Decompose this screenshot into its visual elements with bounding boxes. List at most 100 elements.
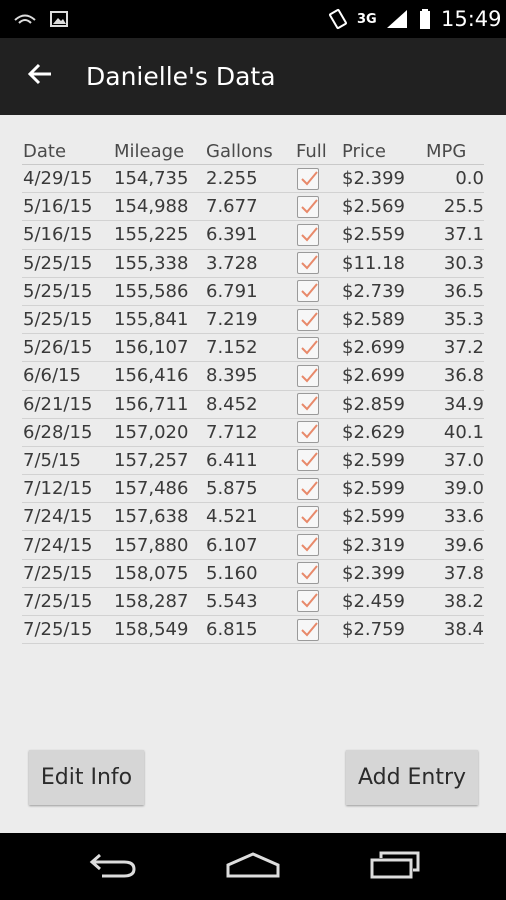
table-header: Date Mileage Gallons Full Price MPG — [22, 139, 484, 165]
full-tank-checkbox[interactable] — [297, 477, 319, 500]
mpg-cell: 37.8 — [443, 562, 484, 584]
gallons-cell: 8.452 — [206, 393, 258, 415]
date-cell: 7/5/15 — [23, 449, 81, 471]
full-tank-checkbox[interactable] — [297, 280, 319, 303]
back-button[interactable] — [22, 58, 58, 94]
date-cell: 7/25/15 — [23, 562, 93, 584]
full-cell — [296, 364, 342, 387]
table-row[interactable]: 5/16/15 155,225 6.391 $2.559 37.1 — [22, 221, 484, 250]
table-row[interactable]: 7/12/15 157,486 5.875 $2.599 39.0 — [22, 475, 484, 504]
date-cell: 7/24/15 — [23, 506, 93, 528]
table-row[interactable]: 5/25/15 155,338 3.728 $11.18 30.3 — [22, 250, 484, 278]
table-row[interactable]: 7/24/15 157,880 6.107 $2.319 39.6 — [22, 531, 484, 560]
full-cell — [296, 252, 342, 275]
mileage-cell: 155,586 — [114, 280, 189, 302]
full-cell — [296, 477, 342, 500]
mileage-cell: 155,841 — [114, 309, 189, 331]
table-row[interactable]: 6/6/15 156,416 8.395 $2.699 36.8 — [22, 362, 484, 391]
full-tank-checkbox[interactable] — [297, 223, 319, 246]
table-row[interactable]: 5/25/15 155,586 6.791 $2.739 36.5 — [22, 278, 484, 306]
full-tank-checkbox[interactable] — [297, 505, 319, 528]
table-row[interactable]: 7/25/15 158,075 5.160 $2.399 37.8 — [22, 560, 484, 588]
status-time: 15:49 — [441, 7, 502, 31]
edit-info-button[interactable]: Edit Info — [29, 750, 144, 805]
table-row[interactable]: 7/5/15 157,257 6.411 $2.599 37.0 — [22, 447, 484, 476]
wifi-icon — [14, 0, 36, 38]
mileage-cell: 155,225 — [114, 224, 189, 246]
table-row[interactable]: 5/25/15 155,841 7.219 $2.589 35.3 — [22, 306, 484, 335]
mpg-cell: 37.1 — [443, 224, 484, 246]
table-row[interactable]: 7/25/15 158,549 6.815 $2.759 38.4 — [22, 616, 484, 645]
price-cell: $2.399 — [342, 168, 405, 190]
header-price: Price — [342, 141, 386, 162]
table-row[interactable]: 7/24/15 157,638 4.521 $2.599 33.6 — [22, 503, 484, 532]
price-cell: $2.569 — [342, 196, 405, 218]
navigation-bar — [0, 833, 506, 900]
full-cell — [296, 393, 342, 416]
table-row[interactable]: 5/16/15 154,988 7.677 $2.569 25.5 — [22, 193, 484, 222]
mpg-cell: 39.0 — [443, 478, 484, 500]
gallons-cell: 6.791 — [206, 280, 258, 302]
full-tank-checkbox[interactable] — [297, 364, 319, 387]
gallons-cell: 7.219 — [206, 309, 258, 331]
table-row[interactable]: 6/28/15 157,020 7.712 $2.629 40.1 — [22, 419, 484, 447]
full-tank-checkbox[interactable] — [297, 421, 319, 444]
full-tank-checkbox[interactable] — [297, 534, 319, 557]
arrow-back-icon — [27, 62, 53, 90]
mileage-cell: 156,711 — [114, 393, 189, 415]
mpg-cell: 33.6 — [443, 506, 484, 528]
full-tank-checkbox[interactable] — [297, 618, 319, 641]
date-cell: 7/25/15 — [23, 619, 93, 641]
mileage-cell: 154,988 — [114, 196, 189, 218]
table-row[interactable]: 7/25/15 158,287 5.543 $2.459 38.2 — [22, 588, 484, 616]
mpg-cell: 38.2 — [443, 590, 484, 612]
mileage-cell: 154,735 — [114, 168, 189, 190]
nav-back-icon — [88, 851, 138, 883]
price-cell: $2.599 — [342, 449, 405, 471]
mileage-cell: 157,020 — [114, 421, 189, 443]
full-tank-checkbox[interactable] — [297, 195, 319, 218]
table-row[interactable]: 6/21/15 156,711 8.452 $2.859 34.9 — [22, 391, 484, 419]
nav-back-button[interactable] — [78, 833, 148, 900]
price-cell: $2.759 — [342, 619, 405, 641]
gallons-cell: 7.152 — [206, 337, 258, 359]
header-gallons: Gallons — [206, 141, 273, 162]
nav-recent-apps-button[interactable] — [360, 833, 430, 900]
full-tank-checkbox[interactable] — [297, 562, 319, 585]
header-full: Full — [296, 141, 327, 162]
mpg-cell: 40.1 — [443, 421, 484, 443]
full-cell — [296, 308, 342, 331]
nav-recent-apps-icon — [369, 850, 421, 884]
mileage-cell: 157,257 — [114, 449, 189, 471]
date-cell: 5/25/15 — [23, 309, 93, 331]
gallons-cell: 5.160 — [206, 562, 258, 584]
full-cell — [296, 223, 342, 246]
full-cell — [296, 195, 342, 218]
nav-home-button[interactable] — [218, 833, 288, 900]
mpg-cell: 30.3 — [443, 252, 484, 274]
full-tank-checkbox[interactable] — [297, 252, 319, 275]
date-cell: 4/29/15 — [23, 168, 93, 190]
table-row[interactable]: 4/29/15 154,735 2.255 $2.399 0.0 — [22, 165, 484, 194]
price-cell: $2.319 — [342, 534, 405, 556]
full-tank-checkbox[interactable] — [297, 167, 319, 190]
full-tank-checkbox[interactable] — [297, 336, 319, 359]
full-tank-checkbox[interactable] — [297, 308, 319, 331]
date-cell: 7/25/15 — [23, 590, 93, 612]
mpg-cell: 25.5 — [443, 196, 484, 218]
table-row[interactable]: 5/26/15 156,107 7.152 $2.699 37.2 — [22, 334, 484, 363]
app-bar: Danielle's Data — [0, 38, 506, 115]
date-cell: 6/21/15 — [23, 393, 93, 415]
price-cell: $2.559 — [342, 224, 405, 246]
add-entry-button[interactable]: Add Entry — [346, 750, 478, 805]
full-tank-checkbox[interactable] — [297, 393, 319, 416]
gallons-cell: 5.543 — [206, 590, 258, 612]
price-cell: $2.599 — [342, 478, 405, 500]
price-cell: $2.699 — [342, 337, 405, 359]
full-tank-checkbox[interactable] — [297, 449, 319, 472]
full-cell — [296, 562, 342, 585]
full-cell — [296, 590, 342, 613]
table-body: 4/29/15 154,735 2.255 $2.399 0.0 5/16/15 154,9… — [22, 165, 484, 645]
mpg-cell: 37.2 — [443, 337, 484, 359]
full-tank-checkbox[interactable] — [297, 590, 319, 613]
